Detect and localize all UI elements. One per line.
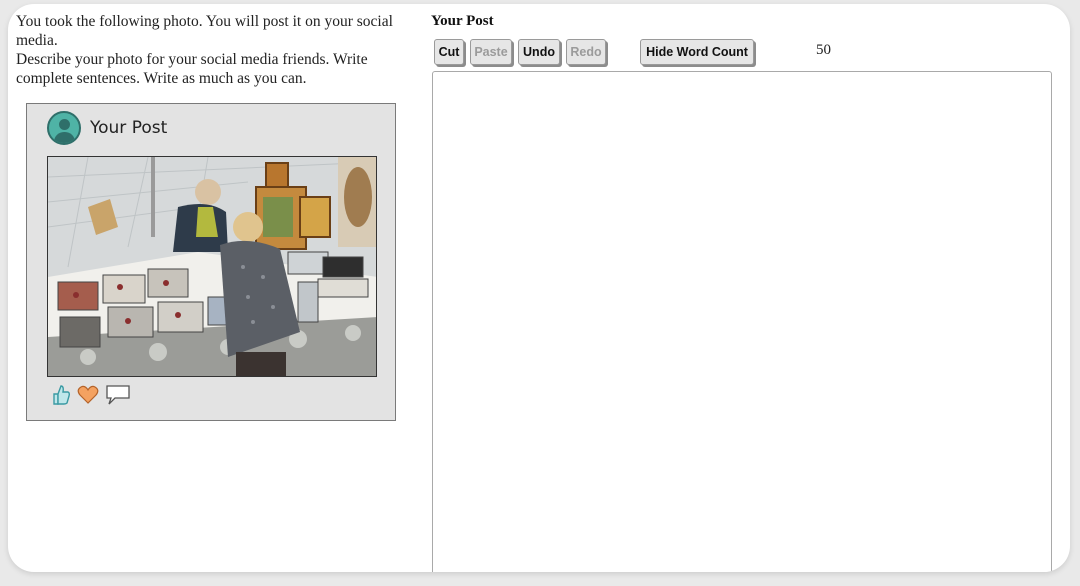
thumbs-up-icon <box>53 385 71 405</box>
undo-button[interactable]: Undo <box>518 39 560 65</box>
editor-title: Your Post <box>431 13 494 29</box>
photo-image <box>48 157 376 376</box>
social-post-preview: Your Post <box>26 103 396 421</box>
redo-button[interactable]: Redo <box>566 39 606 65</box>
user-avatar-icon <box>47 111 81 145</box>
cut-button[interactable]: Cut <box>434 39 464 65</box>
post-header: Your Post <box>47 110 167 146</box>
reaction-bar <box>51 384 131 406</box>
paste-button[interactable]: Paste <box>470 39 512 65</box>
prompt-line-1: You took the following photo. You will p… <box>16 13 393 49</box>
market-stall-photo <box>47 156 377 377</box>
post-preview-title: Your Post <box>90 118 168 138</box>
heart-icon <box>77 385 99 404</box>
hide-word-count-button[interactable]: Hide Word Count <box>640 39 754 65</box>
task-card: You took the following photo. You will p… <box>8 4 1070 572</box>
prompt-line-2: Describe your photo for your social medi… <box>16 51 368 87</box>
response-textarea[interactable] <box>432 71 1052 572</box>
word-count: 50 <box>816 42 831 58</box>
comment-icon <box>106 385 130 405</box>
task-prompt: You took the following photo. You will p… <box>16 12 416 88</box>
